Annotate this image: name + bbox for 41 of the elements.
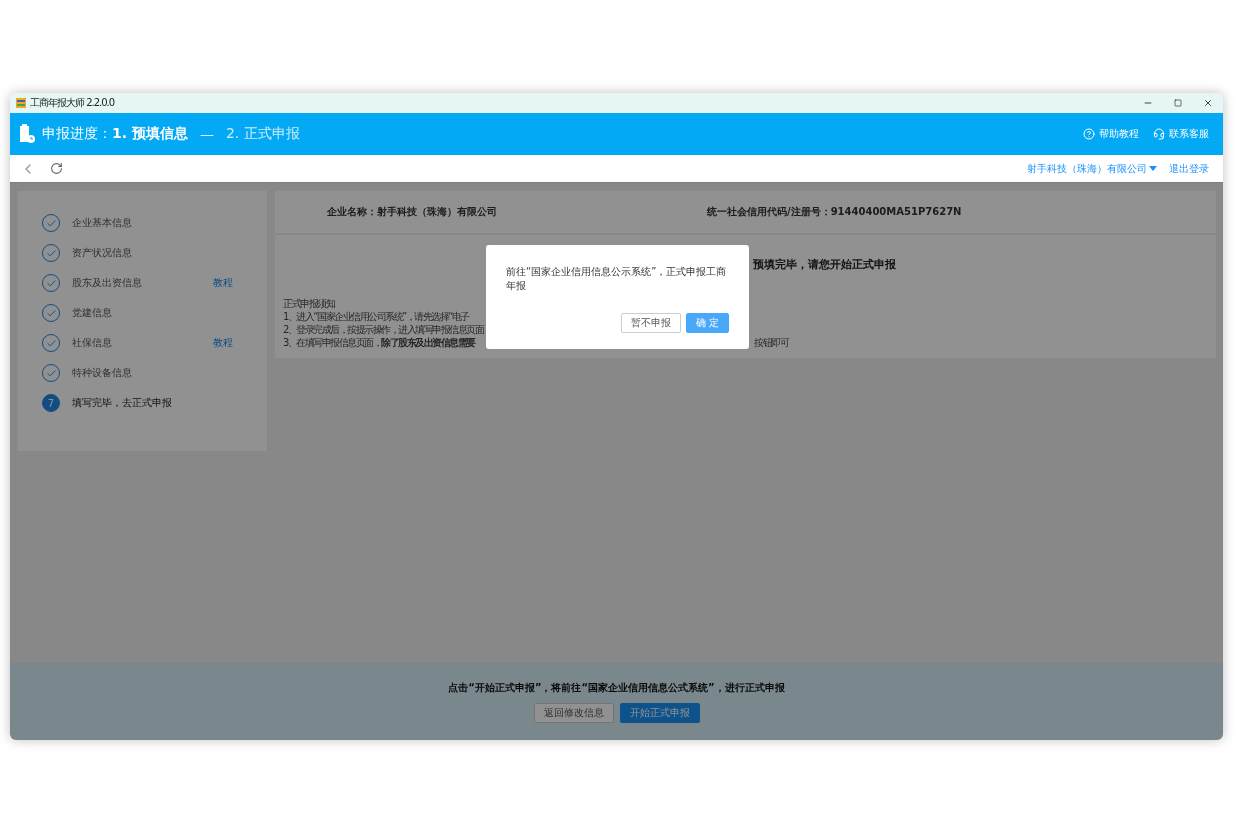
refresh-icon[interactable] [50,162,63,175]
notice-text: 2、登录完成后，按提示操作，进入填写申报信息页面 [283,323,484,336]
help-icon [1083,128,1095,140]
step-label[interactable]: 填写完毕，去正式申报 [72,396,172,410]
notice-title: 正式申报须知 [283,297,334,310]
step-separator: — [199,126,214,142]
clipboard-clock-icon [18,124,36,144]
step-label[interactable]: 社保信息 [72,336,112,350]
credit-code: 统一社会信用代码/注册号：91440400MA51P7627N [707,205,962,219]
caret-icon [1149,166,1157,171]
footer-message: 点击“开始正式申报”，将前往“国家企业信用信息公式系统”，进行正式申报 [448,680,785,695]
progress-step: 2. 正式申报 [225,125,300,143]
headset-icon [1153,128,1165,140]
progress-label: 申报进度： [42,125,112,143]
step-label[interactable]: 资产状况信息 [72,246,132,260]
notice-text: 3、在填写申报信息页面，除了股东及出资信息需要 [283,336,475,349]
dialog-message: 前往“国家企业信用信息公示系统”，正式申报工商年报 [506,265,728,293]
step-label[interactable]: 企业基本信息 [72,216,132,230]
notice-text: 1、进入“国家企业信用公司系统”，请先选择“电子 [283,310,469,323]
secondary-button[interactable]: 暂不申报 [620,313,681,333]
window-title: 工商年报大师 2.2.0.0 [30,96,115,110]
primary-button[interactable]: 开始正式申报 [619,702,700,723]
step-label[interactable]: 股东及出资信息 [72,276,142,290]
support-link[interactable]: 联系客服 [1153,127,1209,141]
app-logo-icon [16,98,26,108]
maximize-icon [1174,99,1182,107]
tutorial-link[interactable]: 教程 [213,276,233,290]
close-icon [1203,98,1213,108]
account-dropdown[interactable]: 射手科技（珠海）有限公司 [1027,161,1157,176]
company-name: 企业名称：射手科技（珠海）有限公司 [327,205,498,219]
primary-button[interactable]: 确 定 [685,313,729,333]
secondary-button[interactable]: 返回修改信息 [533,702,614,723]
help-link[interactable]: 帮助教程 [1083,127,1139,141]
logout-link[interactable]: 退出登录 [1169,161,1209,176]
progress-step: 1. 预填信息 [112,125,188,143]
step-label[interactable]: 党建信息 [72,306,112,320]
notice-heading: 预填完毕，请您开始正式申报 [753,258,896,271]
notice-text: 按钮即可 [754,336,788,349]
tutorial-link[interactable]: 教程 [213,336,233,350]
step-label[interactable]: 特种设备信息 [72,366,132,380]
step-number: 7 [42,394,60,412]
